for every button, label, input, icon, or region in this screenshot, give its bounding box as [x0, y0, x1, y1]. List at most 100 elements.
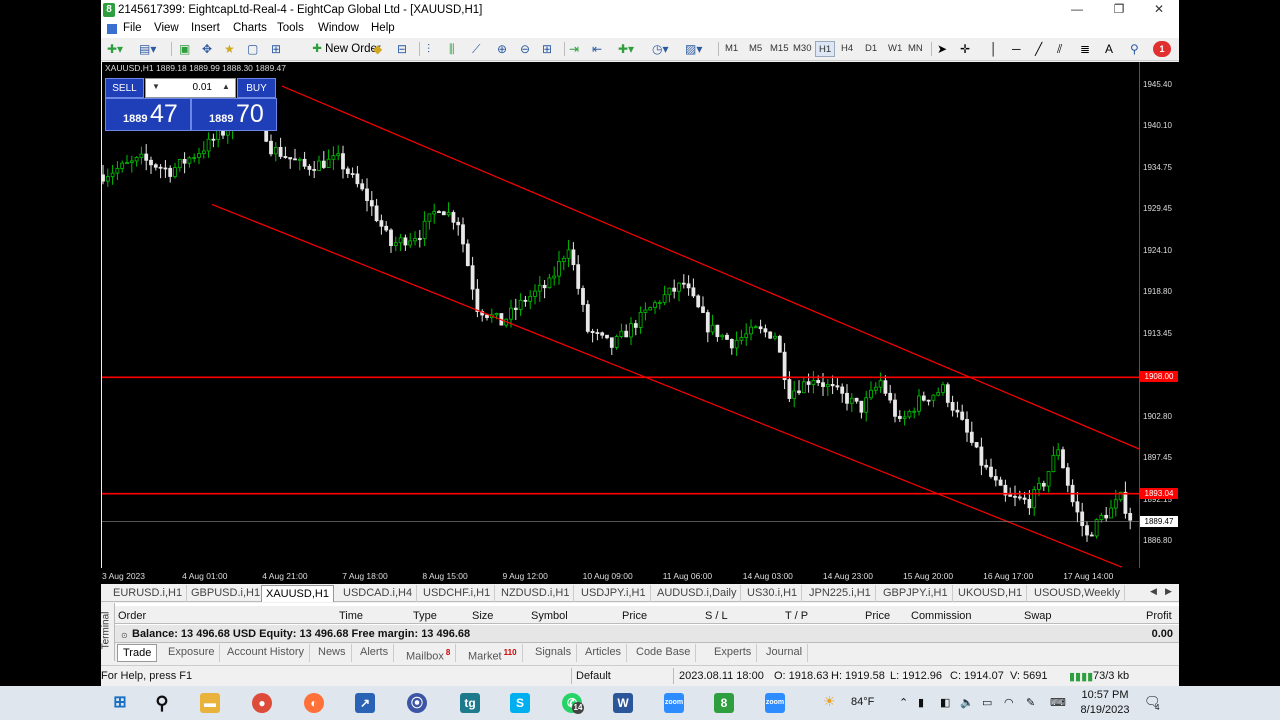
price-axis[interactable]: 1945.40 1940.10 1934.75 1929.45 1924.10 1918.…: [1139, 62, 1179, 568]
status-profile[interactable]: Default: [576, 670, 611, 682]
terminal-tab-market[interactable]: Market 110: [463, 644, 523, 663]
metatrader-taskbar-icon[interactable]: 8: [714, 693, 734, 713]
restore-button[interactable]: ❐: [1104, 2, 1134, 16]
terminal-tab-code-base[interactable]: Code Base: [631, 644, 697, 662]
chart-shift-icon[interactable]: ⇤: [592, 41, 602, 57]
timeframe-h4[interactable]: H4: [841, 41, 853, 57]
autoscroll-icon[interactable]: ⇥: [569, 41, 579, 57]
strategy-tester-icon[interactable]: ⊞: [271, 41, 281, 57]
line-chart-icon[interactable]: ⟋: [472, 41, 480, 57]
chart-tab[interactable]: EURUSD.i,H1: [109, 585, 188, 602]
chart-tab[interactable]: USOUSD,Weekly: [1030, 585, 1125, 602]
metaeditor-icon[interactable]: ◆: [373, 41, 382, 57]
keyboard-icon[interactable]: ⌨: [1050, 696, 1066, 709]
buy-price-box[interactable]: 1889 70: [191, 98, 277, 131]
terminal-icon[interactable]: ▢: [247, 41, 258, 57]
terminal-tab-alerts[interactable]: Alerts: [355, 644, 395, 662]
chart-tab[interactable]: JPN225.i,H1: [805, 585, 876, 602]
new-chart-icon[interactable]: ✚▾: [107, 41, 123, 57]
chart-tab[interactable]: GBPJPY.i,H1: [879, 585, 953, 602]
timeframe-m30[interactable]: M30: [793, 41, 811, 57]
timeframe-m1[interactable]: M1: [725, 41, 738, 57]
chart-tab[interactable]: US30.i,H1: [743, 585, 803, 602]
vertical-line-icon[interactable]: │: [990, 41, 998, 57]
menu-window[interactable]: Window: [318, 22, 359, 34]
sell-button[interactable]: SELL: [105, 78, 144, 98]
security-icon[interactable]: ◧: [940, 696, 950, 709]
wifi-icon[interactable]: ◠: [1004, 696, 1014, 709]
periods-icon[interactable]: ◷▾: [652, 41, 669, 57]
timeframe-d1[interactable]: D1: [865, 41, 877, 57]
skype-icon[interactable]: S: [510, 693, 530, 713]
menu-help[interactable]: Help: [371, 22, 395, 34]
chart-tab[interactable]: AUDUSD.i,Daily: [653, 585, 742, 602]
col-order[interactable]: Order: [118, 610, 146, 622]
timeframe-w1[interactable]: W1: [888, 41, 902, 57]
whatsapp-icon[interactable]: ✆ 14: [562, 693, 584, 714]
weather-icon[interactable]: ☀: [823, 693, 836, 710]
chart-tab[interactable]: USDJPY.i,H1: [577, 585, 651, 602]
file-explorer-icon[interactable]: ▬: [200, 693, 220, 713]
firefox-icon[interactable]: ◐: [304, 693, 324, 713]
col-type[interactable]: Type: [413, 610, 437, 622]
terminal-tab-articles[interactable]: Articles: [580, 644, 628, 662]
terminal-tab-trade[interactable]: Trade: [117, 644, 158, 662]
chart-tab[interactable]: UKOUSD,H1: [954, 585, 1028, 602]
lot-increase-icon[interactable]: ▲: [222, 82, 230, 91]
terminal-tab-journal[interactable]: Journal: [761, 644, 809, 662]
crosshair-icon[interactable]: ✛: [960, 41, 970, 57]
status-traffic[interactable]: 73/3 kb: [1093, 670, 1129, 682]
timeframe-h1[interactable]: H1: [815, 41, 836, 57]
lot-size-input[interactable]: ▼ 0.01 ▲: [145, 78, 236, 98]
terminal-tab-experts[interactable]: Experts: [709, 644, 758, 662]
zoom-in-icon[interactable]: ⊕: [497, 41, 507, 57]
timeframe-m5[interactable]: M5: [749, 41, 762, 57]
col-stop-loss[interactable]: S / L: [705, 610, 728, 622]
cursor-icon[interactable]: ➤: [937, 41, 947, 57]
battery-icon[interactable]: ▭: [982, 696, 992, 709]
volume-icon[interactable]: 🔈: [960, 696, 974, 709]
close-button[interactable]: ✕: [1144, 2, 1174, 16]
profiles-icon[interactable]: ▤▾: [139, 41, 156, 57]
templates-icon[interactable]: ▨▾: [685, 41, 702, 57]
pen-icon[interactable]: ✎: [1026, 696, 1035, 709]
weather-temp[interactable]: 84°F: [851, 696, 874, 708]
col-commission[interactable]: Commission: [911, 610, 972, 622]
search-icon[interactable]: ⚲: [152, 693, 172, 713]
buy-button[interactable]: BUY: [237, 78, 276, 98]
tabs-scroll-left-icon[interactable]: ◀: [1150, 586, 1157, 597]
chart-tab-active[interactable]: XAUUSD,H1: [261, 585, 334, 602]
col-time[interactable]: Time: [339, 610, 363, 622]
indicators-icon[interactable]: ✚▾: [618, 41, 634, 57]
menu-file[interactable]: File: [123, 22, 142, 34]
timeframe-m15[interactable]: M15: [770, 41, 788, 57]
sell-price-box[interactable]: 1889 47: [105, 98, 191, 131]
taskbar-clock[interactable]: 10:57 PM 8/19/2023: [1080, 688, 1130, 718]
terminal-tab-signals[interactable]: Signals: [530, 644, 578, 662]
terminal-tab-news[interactable]: News: [313, 644, 352, 662]
col-symbol[interactable]: Symbol: [531, 610, 568, 622]
timeframe-mn[interactable]: MN: [908, 41, 923, 57]
fibonacci-icon[interactable]: ≣: [1080, 41, 1090, 57]
chrome-icon[interactable]: ●: [252, 693, 272, 713]
data-window-icon[interactable]: ✥: [202, 41, 212, 57]
show-hidden-icons[interactable]: ⌃: [899, 696, 908, 709]
col-price[interactable]: Price: [622, 610, 647, 622]
col-price-current[interactable]: Price: [865, 610, 890, 622]
market-watch-icon[interactable]: ▣: [179, 41, 190, 57]
zoom-meeting-icon[interactable]: zoom: [765, 693, 785, 713]
terminal-tab-account-history[interactable]: Account History: [222, 644, 311, 662]
word-icon[interactable]: W: [613, 693, 633, 713]
candlestick-icon[interactable]: ⫼: [449, 41, 455, 57]
time-axis[interactable]: 3 Aug 2023 4 Aug 01:00 4 Aug 21:00 7 Aug 18…: [101, 568, 1179, 584]
zoom-out-icon[interactable]: ⊖: [520, 41, 530, 57]
menu-tools[interactable]: Tools: [277, 22, 304, 34]
chart-tab[interactable]: USDCAD.i,H4: [339, 585, 418, 602]
trendline-icon[interactable]: ╱: [1035, 41, 1042, 57]
notification-badge[interactable]: 1: [1153, 41, 1171, 57]
menu-charts[interactable]: Charts: [233, 22, 267, 34]
chart-tab[interactable]: USDCHF.i,H1: [419, 585, 496, 602]
menu-insert[interactable]: Insert: [191, 22, 220, 34]
trading-app-icon[interactable]: ↗: [355, 693, 375, 713]
minimize-button[interactable]: —: [1062, 2, 1092, 16]
